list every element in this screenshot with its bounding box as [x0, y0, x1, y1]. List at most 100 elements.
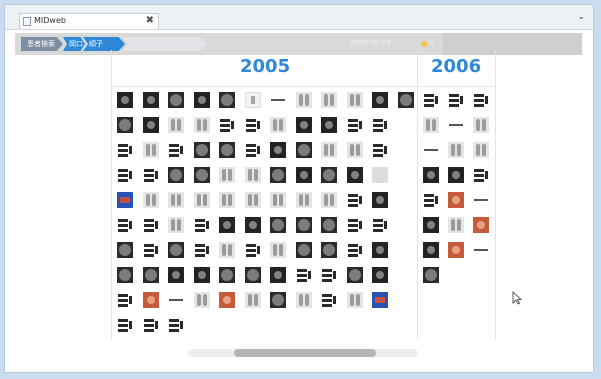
image-thumbnail[interactable]: [168, 317, 184, 333]
image-thumbnail[interactable]: [168, 92, 184, 108]
image-thumbnail[interactable]: [423, 117, 439, 133]
image-thumbnail[interactable]: [219, 192, 235, 208]
image-thumbnail[interactable]: [346, 192, 363, 208]
image-thumbnail[interactable]: [295, 92, 312, 108]
image-thumbnail[interactable]: [423, 92, 439, 108]
image-thumbnail[interactable]: [270, 142, 286, 158]
image-thumbnail[interactable]: [270, 167, 286, 183]
image-thumbnail[interactable]: [473, 192, 489, 208]
image-thumbnail[interactable]: [270, 117, 286, 133]
image-thumbnail[interactable]: [219, 117, 235, 133]
image-thumbnail[interactable]: [244, 92, 261, 108]
image-thumbnail[interactable]: [473, 92, 489, 108]
browser-tab[interactable]: MIDweb ✖: [19, 13, 159, 29]
image-thumbnail[interactable]: [346, 242, 363, 258]
image-thumbnail[interactable]: [423, 167, 439, 183]
image-thumbnail[interactable]: [117, 192, 133, 208]
image-thumbnail[interactable]: [142, 217, 159, 233]
image-thumbnail[interactable]: [295, 142, 312, 158]
image-thumbnail[interactable]: [117, 317, 133, 333]
image-thumbnail[interactable]: [219, 167, 235, 183]
scrollbar-thumb[interactable]: [234, 349, 376, 357]
image-thumbnail[interactable]: [168, 192, 184, 208]
image-thumbnail[interactable]: [193, 192, 210, 208]
image-thumbnail[interactable]: [270, 92, 286, 108]
image-thumbnail[interactable]: [193, 217, 210, 233]
image-thumbnail[interactable]: [117, 242, 133, 258]
image-thumbnail[interactable]: [346, 267, 363, 283]
image-thumbnail[interactable]: [295, 267, 312, 283]
image-thumbnail[interactable]: [372, 292, 388, 308]
image-thumbnail[interactable]: [168, 267, 184, 283]
image-thumbnail[interactable]: [321, 217, 337, 233]
image-thumbnail[interactable]: [321, 142, 337, 158]
image-thumbnail[interactable]: [372, 92, 388, 108]
image-thumbnail[interactable]: [397, 92, 414, 108]
image-thumbnail[interactable]: [219, 142, 235, 158]
image-thumbnail[interactable]: [244, 217, 261, 233]
image-thumbnail[interactable]: [270, 292, 286, 308]
image-thumbnail[interactable]: [168, 142, 184, 158]
image-thumbnail[interactable]: [168, 217, 184, 233]
image-thumbnail[interactable]: [219, 292, 235, 308]
image-thumbnail[interactable]: [423, 142, 439, 158]
image-thumbnail[interactable]: [142, 267, 159, 283]
image-thumbnail[interactable]: [244, 192, 261, 208]
image-thumbnail[interactable]: [372, 217, 388, 233]
image-thumbnail[interactable]: [142, 167, 159, 183]
image-thumbnail[interactable]: [346, 92, 363, 108]
image-thumbnail[interactable]: [321, 192, 337, 208]
breadcrumb-patient-search[interactable]: 患者検索: [21, 37, 63, 51]
image-thumbnail[interactable]: [448, 192, 464, 208]
image-thumbnail[interactable]: [295, 242, 312, 258]
image-thumbnail[interactable]: [117, 142, 133, 158]
image-thumbnail[interactable]: [270, 192, 286, 208]
chevron-down-icon[interactable]: ⌄: [577, 12, 585, 22]
image-thumbnail[interactable]: [448, 167, 464, 183]
image-thumbnail[interactable]: [295, 167, 312, 183]
image-thumbnail[interactable]: [346, 167, 363, 183]
image-thumbnail[interactable]: [346, 217, 363, 233]
image-thumbnail[interactable]: [423, 217, 439, 233]
image-thumbnail[interactable]: [244, 242, 261, 258]
image-thumbnail[interactable]: [295, 217, 312, 233]
image-thumbnail[interactable]: [219, 267, 235, 283]
image-thumbnail[interactable]: [168, 292, 184, 308]
image-thumbnail[interactable]: [321, 117, 337, 133]
image-thumbnail[interactable]: [270, 242, 286, 258]
image-thumbnail[interactable]: [142, 242, 159, 258]
image-thumbnail[interactable]: [448, 217, 464, 233]
breadcrumb-given-name[interactable]: 順子: [83, 37, 125, 51]
image-thumbnail[interactable]: [423, 267, 439, 283]
image-thumbnail[interactable]: [117, 292, 133, 308]
image-thumbnail[interactable]: [244, 117, 261, 133]
breadcrumb-surname[interactable]: 岡口: [63, 37, 85, 51]
image-thumbnail[interactable]: [193, 117, 210, 133]
image-thumbnail[interactable]: [244, 292, 261, 308]
image-thumbnail[interactable]: [168, 167, 184, 183]
image-thumbnail[interactable]: [346, 142, 363, 158]
image-thumbnail[interactable]: [244, 267, 261, 283]
image-thumbnail[interactable]: [321, 267, 337, 283]
image-thumbnail[interactable]: [117, 167, 133, 183]
image-thumbnail[interactable]: [193, 142, 210, 158]
image-thumbnail[interactable]: [219, 217, 235, 233]
image-thumbnail[interactable]: [448, 92, 464, 108]
image-thumbnail[interactable]: [372, 242, 388, 258]
image-thumbnail[interactable]: [193, 92, 210, 108]
image-thumbnail[interactable]: [448, 117, 464, 133]
image-thumbnail[interactable]: [142, 92, 159, 108]
image-thumbnail[interactable]: [372, 167, 388, 183]
image-thumbnail[interactable]: [295, 292, 312, 308]
image-thumbnail[interactable]: [270, 217, 286, 233]
image-thumbnail[interactable]: [168, 117, 184, 133]
image-thumbnail[interactable]: [473, 217, 489, 233]
image-thumbnail[interactable]: [270, 267, 286, 283]
image-thumbnail[interactable]: [295, 192, 312, 208]
image-thumbnail[interactable]: [168, 242, 184, 258]
image-thumbnail[interactable]: [142, 192, 159, 208]
image-thumbnail[interactable]: [346, 117, 363, 133]
image-thumbnail[interactable]: [423, 192, 439, 208]
image-thumbnail[interactable]: [142, 142, 159, 158]
image-thumbnail[interactable]: [423, 242, 439, 258]
